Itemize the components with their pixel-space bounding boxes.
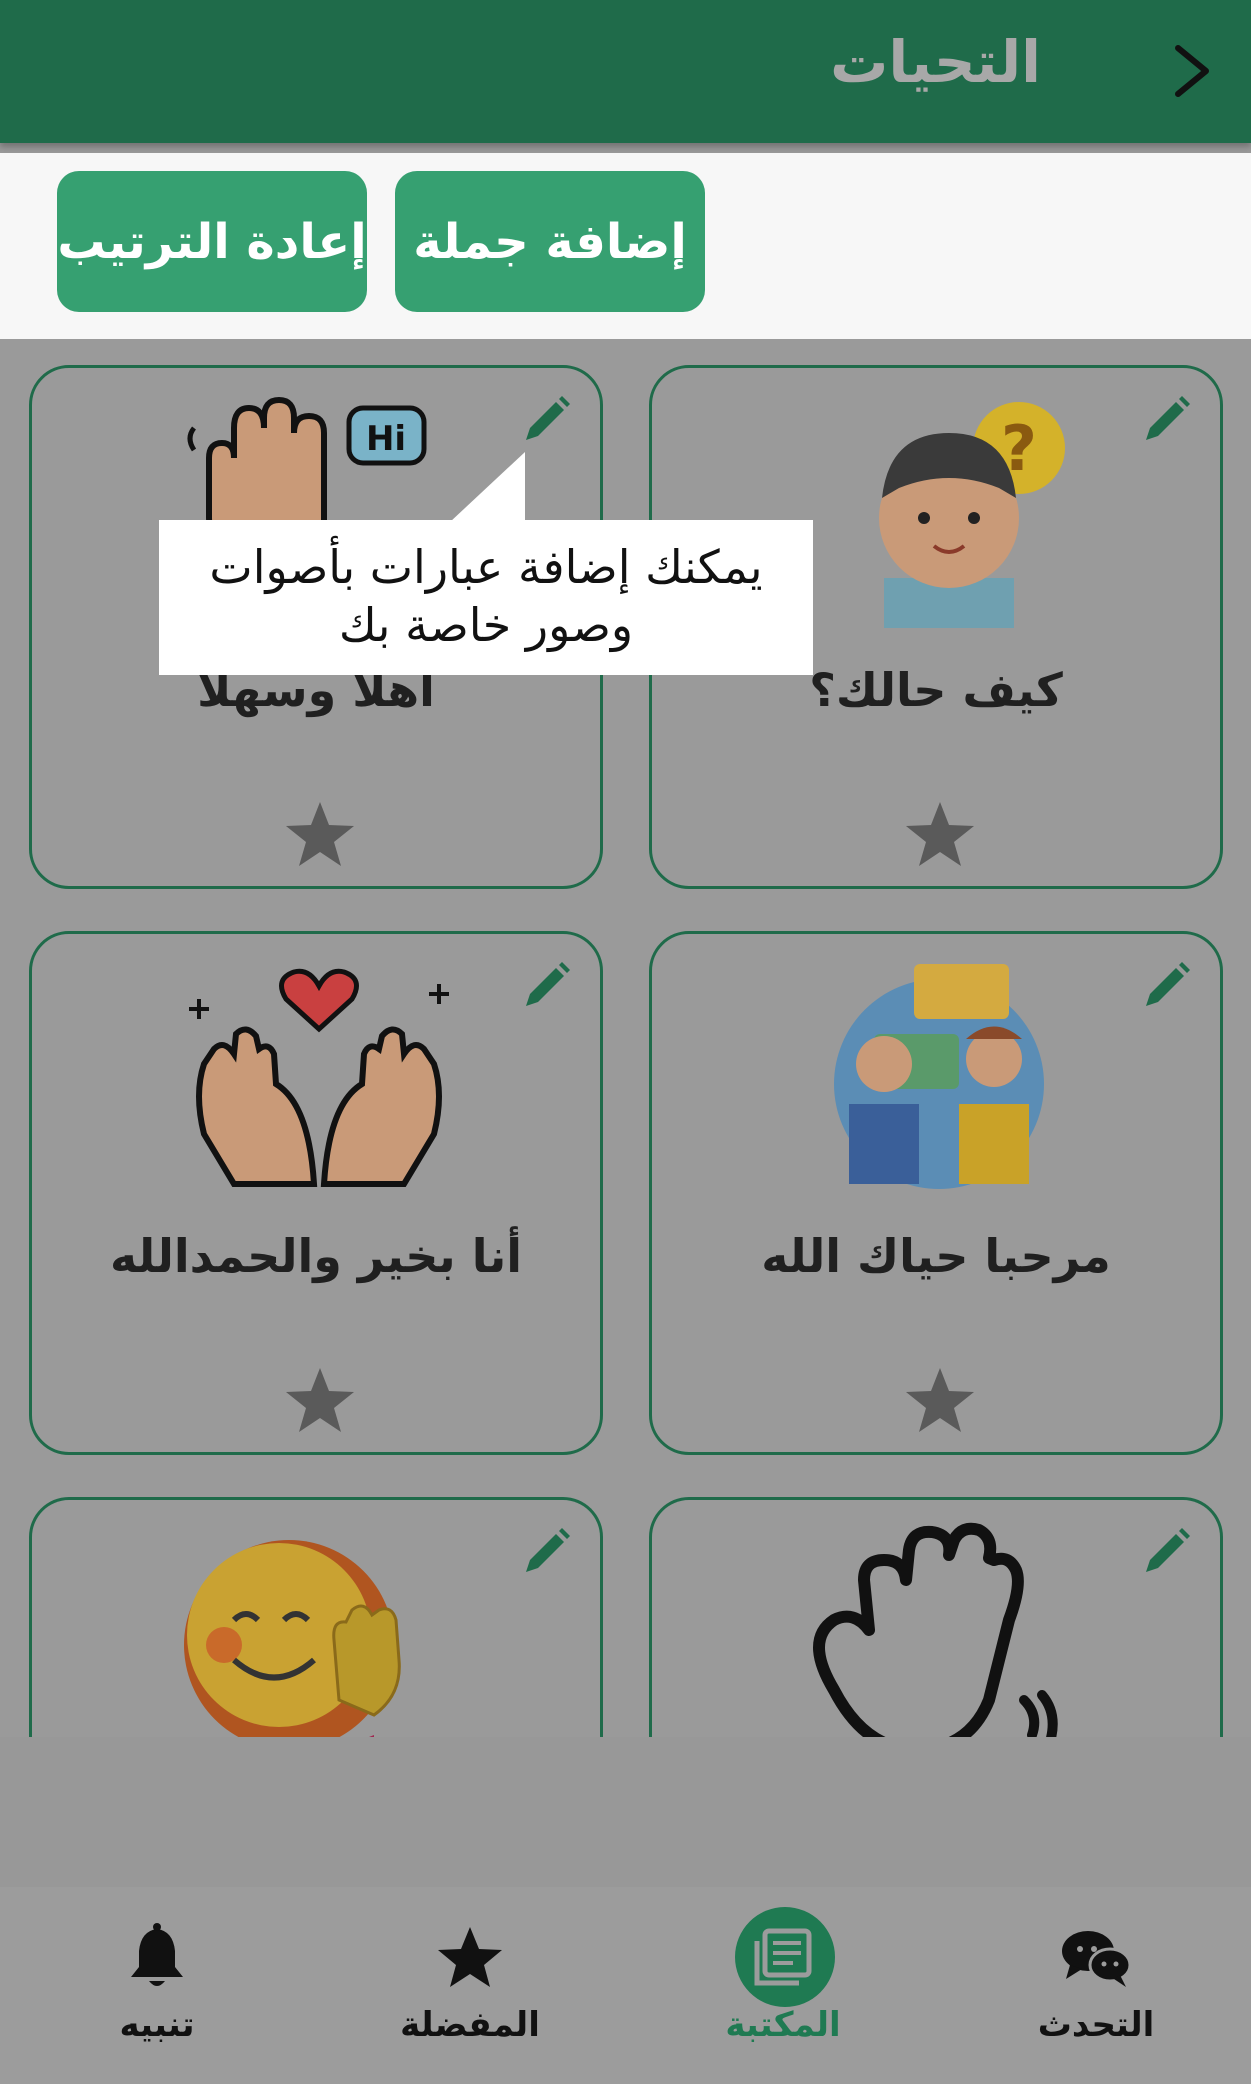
chat-icon (1062, 1931, 1132, 1987)
tooltip-line-1: يمكنك إضافة عبارات بأصوات (209, 540, 763, 594)
svg-text:Hi: Hi (366, 419, 406, 459)
nav-item-library[interactable]: المكتبة (673, 1887, 893, 2084)
pencil-icon[interactable] (1138, 958, 1194, 1014)
content-footer-space (0, 1737, 1251, 1887)
pencil-icon[interactable] (518, 392, 574, 448)
phrase-card[interactable]: أنا بخير والحمدالله (29, 931, 603, 1455)
handshake-chat-icon (834, 964, 1044, 1189)
tooltip-pointer (450, 452, 525, 522)
page-title: التحيات (830, 28, 1041, 96)
tooltip-line-2: وصور خاصة بك (338, 598, 634, 652)
nav-label: المفضلة (400, 2005, 540, 2045)
library-icon (754, 1928, 812, 1986)
chevron-right-icon[interactable] (1160, 36, 1230, 106)
card-label: مرحبا حياك الله (761, 1229, 1111, 1283)
star-icon[interactable] (284, 1364, 356, 1436)
star-icon (438, 1927, 502, 1987)
star-icon[interactable] (284, 798, 356, 870)
phrase-card[interactable] (649, 1497, 1223, 1737)
nav-item-talk[interactable]: التحدث (986, 1887, 1206, 2084)
pencil-icon[interactable] (518, 958, 574, 1014)
bottom-navigation: التحدث المكتبة المفضلة تنبيه (0, 1887, 1251, 2084)
nav-item-alert[interactable]: تنبيه (47, 1887, 267, 2084)
nav-label: التحدث (1037, 2005, 1155, 2045)
pencil-icon[interactable] (1138, 1524, 1194, 1580)
smiley-wave-icon (184, 1540, 401, 1737)
pencil-icon[interactable] (1138, 392, 1194, 448)
phrase-card[interactable]: مرحبا حياك الله (649, 931, 1223, 1455)
phrase-card[interactable] (29, 1497, 603, 1737)
nav-item-favorites[interactable]: المفضلة (360, 1887, 580, 2084)
app-header: التحيات (0, 0, 1251, 143)
waving-hand-icon (813, 1522, 1058, 1737)
confused-person-icon: ? (879, 402, 1065, 628)
reorder-button[interactable]: إعادة الترتيب (57, 171, 367, 312)
star-icon[interactable] (904, 1364, 976, 1436)
pencil-icon[interactable] (518, 1524, 574, 1580)
hint-tooltip: يمكنك إضافة عبارات بأصوات وصور خاصة بك (159, 520, 813, 675)
bell-icon (131, 1923, 183, 1986)
add-phrase-button[interactable]: إضافة جملة (395, 171, 705, 312)
star-icon[interactable] (904, 798, 976, 870)
nav-label: المكتبة (725, 2005, 841, 2045)
card-label: أنا بخير والحمدالله (109, 1229, 523, 1283)
nav-label: تنبيه (119, 2005, 195, 2045)
praying-hands-heart-icon (189, 968, 449, 1187)
action-bar: إضافة جملة إعادة الترتيب (0, 153, 1251, 339)
